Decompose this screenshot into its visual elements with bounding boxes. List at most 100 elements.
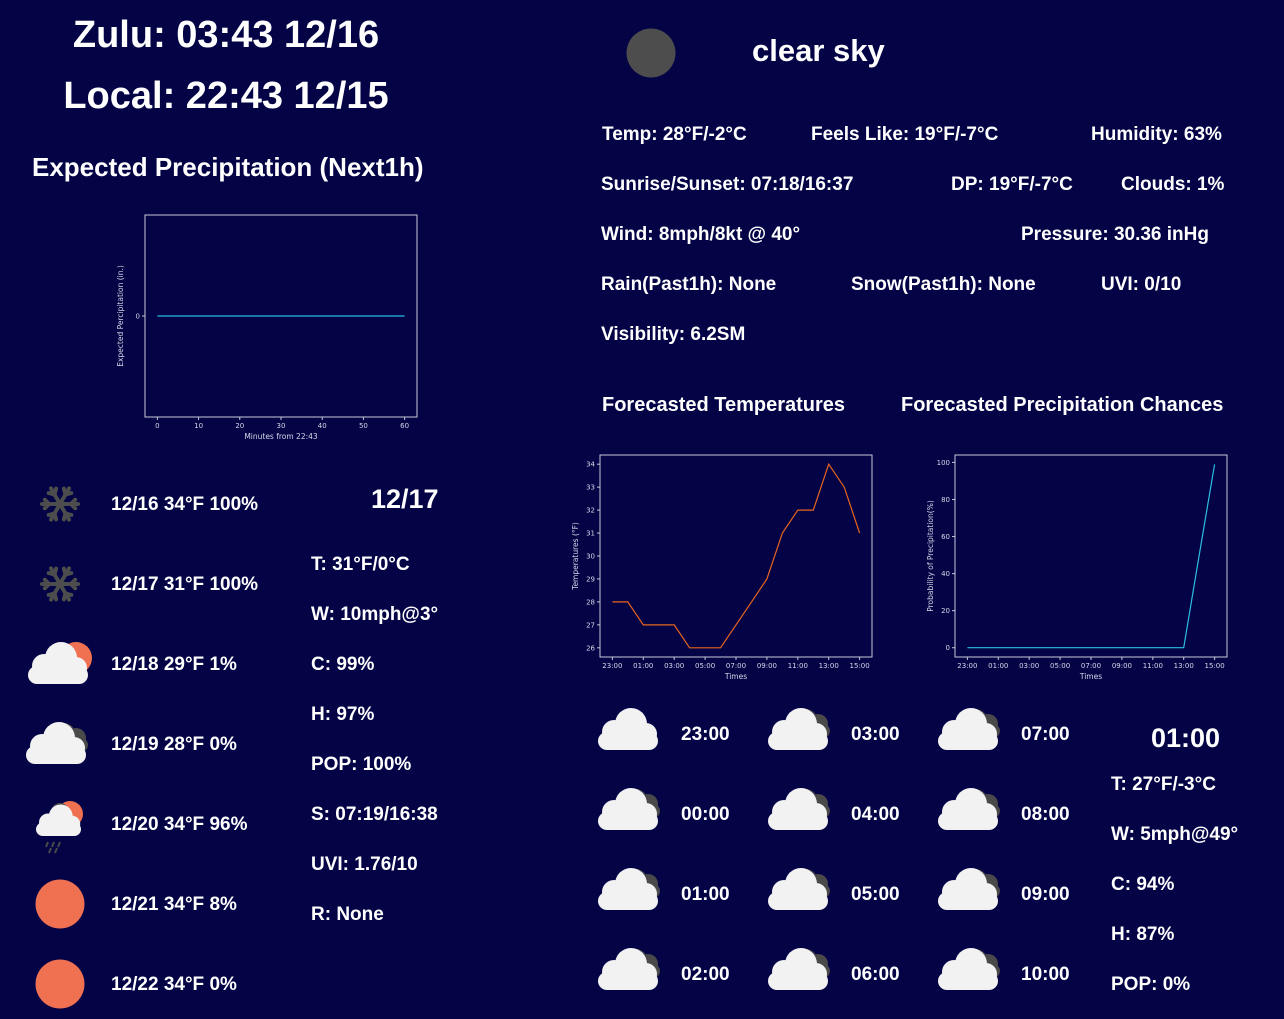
hourly-time[interactable]: 08:00 bbox=[1021, 804, 1070, 826]
day-detail-date: 12/17 bbox=[371, 484, 439, 514]
hour-detail-time: 01:00 bbox=[1151, 723, 1221, 753]
cloudy-icon bbox=[24, 720, 96, 775]
hour-detail-temp: T: 27°F/-3°C bbox=[1111, 774, 1216, 795]
day-detail-clouds: C: 99% bbox=[311, 654, 375, 675]
series-line bbox=[967, 464, 1216, 649]
current-humidity: Humidity: 63% bbox=[1091, 124, 1222, 145]
day-detail-pop: POP: 100% bbox=[311, 754, 412, 775]
cloudy-icon bbox=[936, 786, 1008, 841]
cloudy-icon bbox=[596, 866, 668, 921]
y-tick-label: 20 bbox=[941, 607, 950, 615]
x-tick-label: 30 bbox=[277, 422, 286, 430]
precip-next1h-title: Expected Precipitation (Next1h) bbox=[32, 152, 424, 182]
hourly-time[interactable]: 06:00 bbox=[851, 964, 900, 986]
hour-detail-pop: POP: 0% bbox=[1111, 974, 1191, 995]
y-tick-label: 28 bbox=[586, 598, 595, 606]
forecast-precip-title: Forecasted Precipitation Chances bbox=[901, 394, 1224, 416]
current-visibility: Visibility: 6.2SM bbox=[601, 324, 746, 345]
day-detail-humidity: H: 97% bbox=[311, 704, 375, 725]
current-pressure: Pressure: 30.36 inHg bbox=[1021, 224, 1209, 245]
y-tick-label: 27 bbox=[586, 621, 595, 629]
day-detail-wind: W: 10mph@3° bbox=[311, 604, 439, 625]
x-tick-label: 03:00 bbox=[1019, 662, 1039, 670]
x-tick-label: 11:00 bbox=[788, 662, 808, 670]
day-detail-uvi: UVI: 1.76/10 bbox=[311, 854, 418, 875]
daily-item-text[interactable]: 12/21 34°F 8% bbox=[111, 894, 237, 916]
hourly-time[interactable]: 07:00 bbox=[1021, 724, 1070, 746]
precip-next1h-chart: 0 10 20 30 40 50 60 0 Minutes from 22:43 Expected… bbox=[116, 214, 418, 441]
cloudy-icon bbox=[596, 786, 668, 841]
hourly-time[interactable]: 03:00 bbox=[851, 724, 900, 746]
forecast-temps-title: Forecasted Temperatures bbox=[602, 394, 846, 416]
cloud-sun-icon bbox=[26, 640, 96, 695]
x-axis-label: Minutes from 22:43 bbox=[244, 432, 318, 441]
daily-item-text[interactable]: 12/22 34°F 0% bbox=[111, 974, 237, 996]
y-tick-label: 0 bbox=[136, 313, 140, 321]
current-rain: Rain(Past1h): None bbox=[601, 274, 777, 295]
x-tick-label: 01:00 bbox=[633, 662, 653, 670]
cloudy-icon bbox=[936, 946, 1008, 1001]
current-description: clear sky bbox=[752, 33, 885, 68]
x-tick-label: 23:00 bbox=[602, 662, 622, 670]
x-tick-label: 23:00 bbox=[957, 662, 977, 670]
snowflake-icon bbox=[30, 474, 90, 539]
cloudy-icon bbox=[766, 706, 838, 761]
forecast-precip-chart: 23:00 01:00 03:00 05:00 07:00 09:00 11:00 13:00… bbox=[926, 454, 1228, 681]
x-axis-label: Times bbox=[1079, 672, 1102, 681]
sun-icon bbox=[30, 954, 90, 1019]
x-tick-label: 07:00 bbox=[726, 662, 746, 670]
daily-item-text[interactable]: 12/19 28°F 0% bbox=[111, 734, 237, 756]
hour-detail-clouds: C: 94% bbox=[1111, 874, 1175, 895]
hourly-time[interactable]: 01:00 bbox=[681, 884, 730, 906]
daily-item-text[interactable]: 12/16 34°F 100% bbox=[111, 494, 258, 516]
x-tick-label: 10 bbox=[194, 422, 203, 430]
hourly-time[interactable]: 00:00 bbox=[681, 804, 730, 826]
x-tick-label: 05:00 bbox=[1050, 662, 1070, 670]
x-tick-label: 13:00 bbox=[819, 662, 839, 670]
current-feels-like: Feels Like: 19°F/-7°C bbox=[811, 124, 999, 145]
hourly-time[interactable]: 10:00 bbox=[1021, 964, 1070, 986]
y-axis-label: Temperatures (°F) bbox=[571, 522, 580, 591]
x-tick-label: 09:00 bbox=[1112, 662, 1132, 670]
daily-item-text[interactable]: 12/18 29°F 1% bbox=[111, 654, 237, 676]
day-detail-temp: T: 31°F/0°C bbox=[311, 554, 410, 575]
series-line bbox=[612, 462, 861, 649]
x-tick-label: 40 bbox=[318, 422, 327, 430]
cloudy-icon bbox=[936, 706, 1008, 761]
y-tick-label: 40 bbox=[941, 570, 950, 578]
local-time: Local: 22:43 12/15 bbox=[63, 75, 389, 117]
hourly-time[interactable]: 05:00 bbox=[851, 884, 900, 906]
y-tick-label: 26 bbox=[586, 644, 595, 652]
y-tick-label: 32 bbox=[586, 507, 595, 515]
hourly-time[interactable]: 02:00 bbox=[681, 964, 730, 986]
daily-item-text[interactable]: 12/17 31°F 100% bbox=[111, 574, 258, 596]
hourly-time[interactable]: 04:00 bbox=[851, 804, 900, 826]
hourly-time[interactable]: 23:00 bbox=[681, 724, 730, 746]
day-detail-rain: R: None bbox=[311, 904, 384, 925]
y-tick-label: 33 bbox=[586, 484, 595, 492]
x-tick-label: 09:00 bbox=[757, 662, 777, 670]
x-tick-label: 60 bbox=[400, 422, 409, 430]
day-detail-sun: S: 07:19/16:38 bbox=[311, 804, 438, 825]
x-tick-label: 11:00 bbox=[1143, 662, 1163, 670]
y-tick-label: 34 bbox=[586, 461, 595, 469]
current-clouds: Clouds: 1% bbox=[1121, 174, 1225, 195]
x-tick-label: 0 bbox=[155, 422, 159, 430]
current-sunrise-sunset: Sunrise/Sunset: 07:18/16:37 bbox=[601, 174, 854, 195]
hour-detail-humidity: H: 87% bbox=[1111, 924, 1175, 945]
y-tick-label: 31 bbox=[586, 530, 595, 538]
x-tick-label: 03:00 bbox=[664, 662, 684, 670]
rain-sun-icon bbox=[30, 796, 90, 861]
x-axis-label: Times bbox=[724, 672, 747, 681]
y-axis-label: Probability of Precipitation(%) bbox=[926, 500, 935, 612]
plot-frame bbox=[954, 454, 1228, 658]
y-tick-label: 100 bbox=[937, 459, 950, 467]
cloud-icon bbox=[596, 706, 662, 761]
y-tick-label: 30 bbox=[586, 553, 595, 561]
x-tick-label: 07:00 bbox=[1081, 662, 1101, 670]
hourly-time[interactable]: 09:00 bbox=[1021, 884, 1070, 906]
daily-item-text[interactable]: 12/20 34°F 96% bbox=[111, 814, 247, 836]
plot-frame bbox=[599, 454, 873, 658]
cloudy-icon bbox=[766, 946, 838, 1001]
snowflake-icon bbox=[30, 554, 90, 619]
